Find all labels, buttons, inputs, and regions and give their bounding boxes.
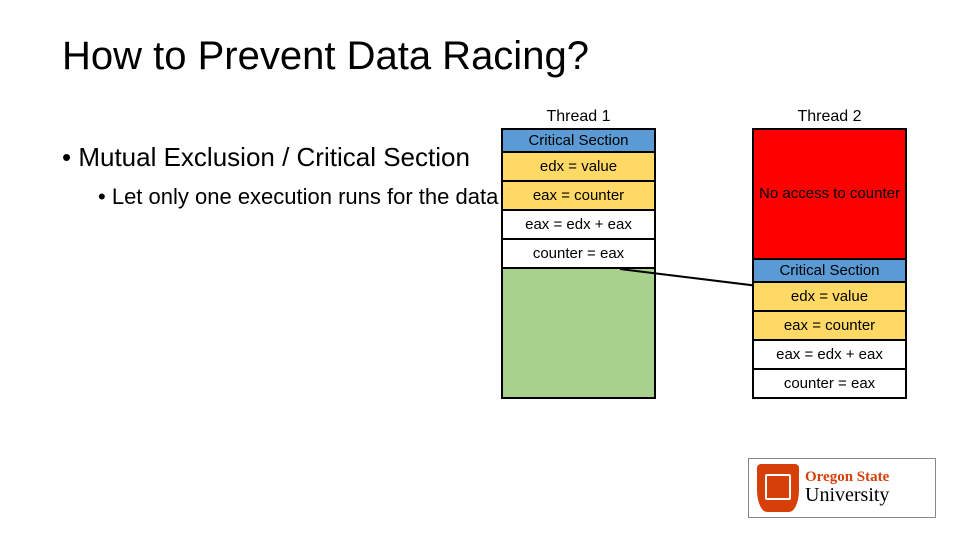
logo-line2: University <box>805 485 889 506</box>
logo-text: Oregon State University <box>805 470 889 507</box>
thread2-row: counter = eax <box>754 370 905 397</box>
thread1-row: eax = edx + eax <box>503 211 654 240</box>
thread2-blocked-region: No access to counter <box>754 130 905 260</box>
logo-shield-icon <box>757 464 799 512</box>
bullet-sub: Let only one execution runs for the data <box>98 184 498 210</box>
thread2-critical-section-label: Critical Section <box>754 260 905 283</box>
thread2-column: Thread 2 No access to counter Critical S… <box>752 106 907 399</box>
thread1-critical-section-label: Critical Section <box>503 130 654 153</box>
thread1-box: Critical Section edx = value eax = count… <box>501 128 656 399</box>
logo-line1: Oregon State <box>805 470 889 486</box>
thread2-row: eax = counter <box>754 312 905 341</box>
thread1-row: counter = eax <box>503 240 654 269</box>
oregon-state-logo: Oregon State University <box>748 458 936 518</box>
thread1-idle-region <box>503 269 654 397</box>
thread2-blocked-label: No access to counter <box>759 184 900 204</box>
thread2-header: Thread 2 <box>752 106 907 128</box>
thread1-row: eax = counter <box>503 182 654 211</box>
bullet-main: Mutual Exclusion / Critical Section <box>62 142 470 173</box>
thread1-header: Thread 1 <box>501 106 656 128</box>
slide-title: How to Prevent Data Racing? <box>62 34 589 79</box>
thread2-row: eax = edx + eax <box>754 341 905 370</box>
thread1-row: edx = value <box>503 153 654 182</box>
slide: How to Prevent Data Racing? Mutual Exclu… <box>0 0 960 540</box>
thread2-row: edx = value <box>754 283 905 312</box>
thread2-box: No access to counter Critical Section ed… <box>752 128 907 399</box>
thread1-column: Thread 1 Critical Section edx = value ea… <box>501 106 656 399</box>
